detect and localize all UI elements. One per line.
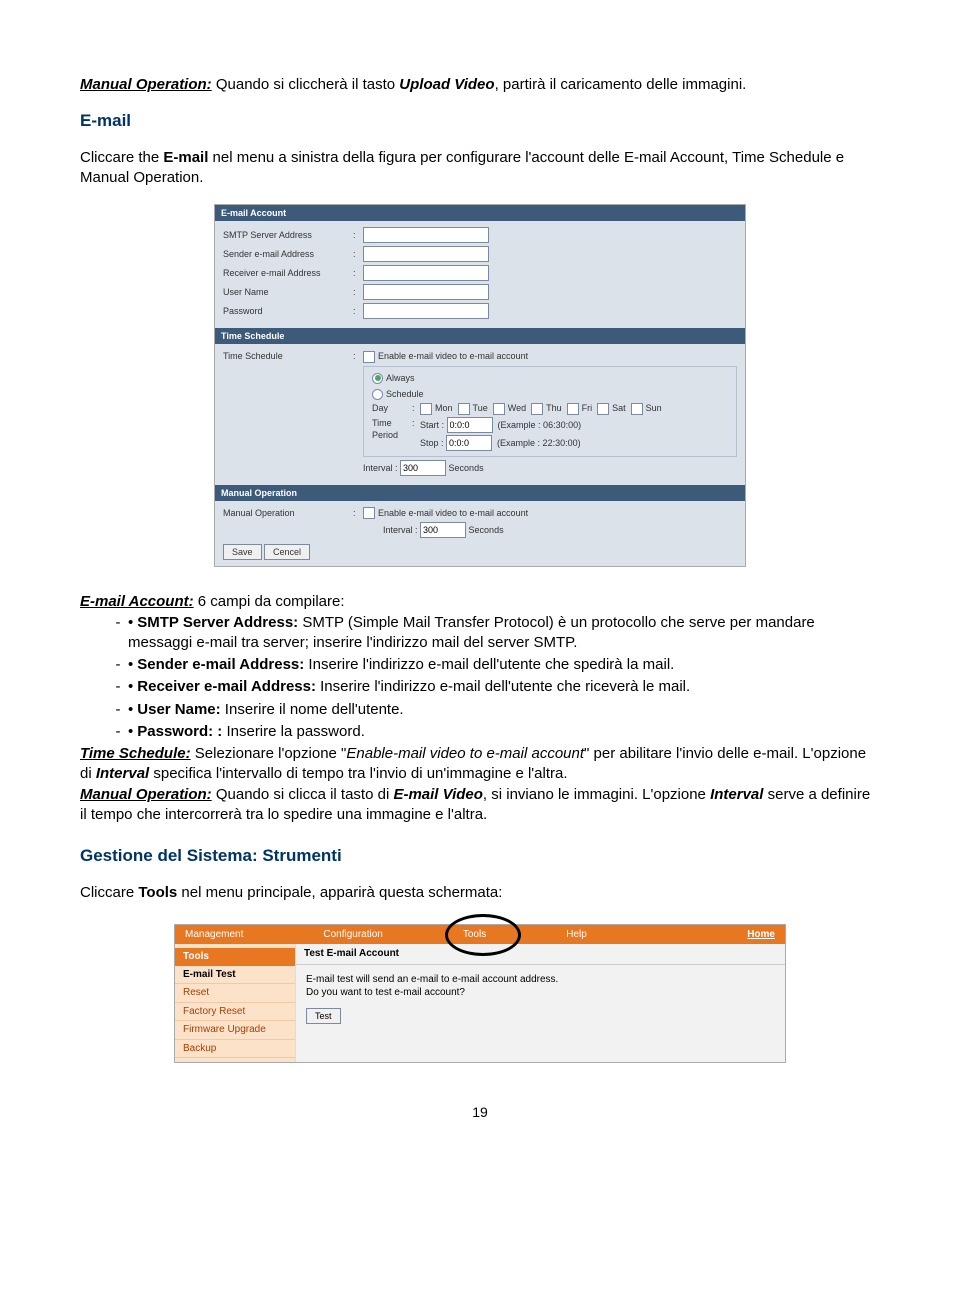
enable-email-checkbox[interactable] <box>363 351 375 363</box>
manual-operation-paragraph: Manual Operation: Quando si clicca il ta… <box>80 785 880 826</box>
test-button[interactable]: Test <box>306 1008 341 1024</box>
day-tue-checkbox[interactable] <box>458 403 470 415</box>
manual-operation-row-label: Manual Operation <box>223 507 353 519</box>
nav-configuration[interactable]: Configuration <box>323 928 382 942</box>
manual-enable-checkbox[interactable] <box>363 507 375 519</box>
schedule-radio[interactable] <box>372 389 383 400</box>
day-mon-checkbox[interactable] <box>420 403 432 415</box>
start-time-input[interactable] <box>447 417 493 433</box>
day-wed-checkbox[interactable] <box>493 403 505 415</box>
stop-time-input[interactable] <box>446 435 492 451</box>
nav-management[interactable]: Management <box>185 928 243 942</box>
tools-screenshot: Management Configuration Tools Help Home… <box>174 924 786 1064</box>
sidebar-header-tools: Tools <box>175 948 295 966</box>
row-username: User Name: <box>223 284 737 300</box>
main-panel-header: Test E-mail Account <box>296 944 785 965</box>
day-sun-checkbox[interactable] <box>631 403 643 415</box>
row-receiver: Receiver e-mail Address: <box>223 265 737 281</box>
sidebar: Tools E-mail Test Reset Factory Reset Fi… <box>175 944 296 1062</box>
row-smtp-server: SMTP Server Address: <box>223 227 737 243</box>
receiver-email-input[interactable] <box>363 265 489 281</box>
email-heading: E-mail <box>80 110 880 133</box>
day-sat-checkbox[interactable] <box>597 403 609 415</box>
test-desc-line1: E-mail test will send an e-mail to e-mai… <box>306 973 775 987</box>
row-sender: Sender e-mail Address: <box>223 246 737 262</box>
nav-home[interactable]: Home <box>747 928 775 942</box>
highlight-circle-icon <box>445 914 521 956</box>
email-account-block: E-mail Account: 6 campi da compilare: -•… <box>80 592 880 742</box>
gestione-heading: Gestione del Sistema: Strumenti <box>80 845 880 868</box>
manual-interval-input[interactable] <box>420 522 466 538</box>
nav-tools-wrap[interactable]: Tools <box>463 928 486 942</box>
row-password: Password: <box>223 303 737 319</box>
nav-bar: Management Configuration Tools Help Home <box>175 925 785 945</box>
upload-video-label: Upload Video <box>399 76 494 93</box>
sidebar-item-factory-reset[interactable]: Factory Reset <box>175 1003 295 1022</box>
username-input[interactable] <box>363 284 489 300</box>
time-schedule-label: Time Schedule <box>223 350 353 362</box>
sidebar-item-email-test[interactable]: E-mail Test <box>175 966 295 985</box>
smtp-server-input[interactable] <box>363 227 489 243</box>
manual-operation-label: Manual Operation: <box>80 76 212 93</box>
sidebar-item-backup[interactable]: Backup <box>175 1040 295 1059</box>
sender-email-input[interactable] <box>363 246 489 262</box>
gestione-intro: Cliccare Tools nel menu principale, appa… <box>80 883 880 903</box>
password-input[interactable] <box>363 303 489 319</box>
sidebar-item-firmware-upgrade[interactable]: Firmware Upgrade <box>175 1021 295 1040</box>
save-button[interactable]: Save <box>223 544 262 560</box>
time-schedule-paragraph: Time Schedule: Selezionare l'opzione "En… <box>80 744 880 785</box>
day-fri-checkbox[interactable] <box>567 403 579 415</box>
email-account-title: E-mail Account: <box>80 593 194 610</box>
always-radio[interactable] <box>372 373 383 384</box>
intro-paragraph: Manual Operation: Quando si cliccherà il… <box>80 75 880 95</box>
nav-help[interactable]: Help <box>566 928 587 942</box>
section-header-email-account: E-mail Account <box>215 205 745 221</box>
day-thu-checkbox[interactable] <box>531 403 543 415</box>
page-number: 19 <box>80 1103 880 1122</box>
email-intro-text: Cliccare the E-mail nel menu a sinistra … <box>80 148 880 189</box>
sidebar-item-reset[interactable]: Reset <box>175 984 295 1003</box>
cancel-button[interactable]: Cencel <box>264 544 310 560</box>
section-header-manual-operation: Manual Operation <box>215 485 745 501</box>
email-config-screenshot: E-mail Account SMTP Server Address: Send… <box>214 204 746 568</box>
section-header-time-schedule: Time Schedule <box>215 328 745 344</box>
interval-input[interactable] <box>400 460 446 476</box>
test-desc-line2: Do you want to test e-mail account? <box>306 986 775 1000</box>
